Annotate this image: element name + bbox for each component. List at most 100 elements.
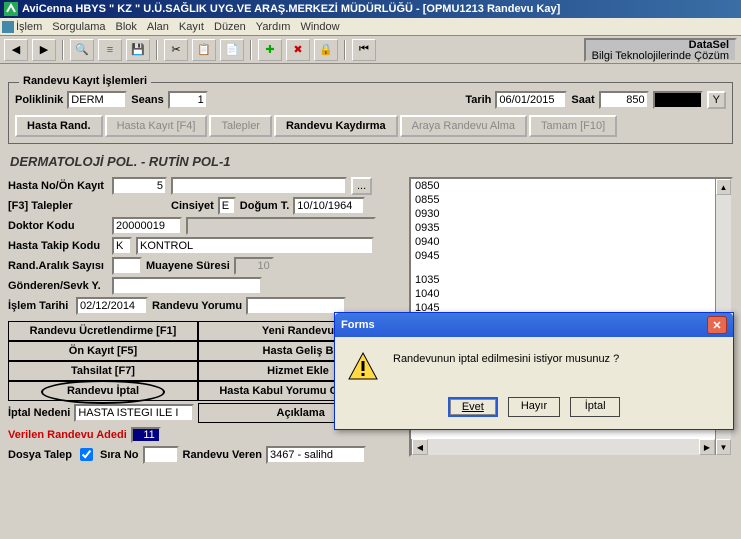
tarih-label: Tarih — [465, 94, 491, 106]
menu-icon — [2, 21, 14, 33]
dialog-title: Forms — [341, 319, 375, 331]
hastano-input1[interactable] — [112, 177, 167, 195]
scroll-down-icon[interactable]: ▼ — [716, 439, 731, 455]
time-item[interactable]: 0850 — [411, 179, 731, 193]
time-item[interactable]: 0930 — [411, 207, 731, 221]
hscroll-track[interactable] — [428, 439, 699, 455]
poliklinik-label: Poliklinik — [15, 94, 63, 106]
time-item[interactable]: 0935 — [411, 221, 731, 235]
tb-copy[interactable]: 📋 — [192, 39, 216, 61]
doktor-input[interactable] — [112, 217, 182, 235]
toolbar: ◀ ▶ 🔍 ≡ 💾 ✂ 📋 📄 ✚ ✖ 🔒 ⏮ DataSel Bilgi Te… — [0, 36, 741, 64]
verilen-value: 11 — [131, 427, 161, 443]
menu-sorgulama[interactable]: Sorgulama — [52, 21, 105, 33]
btn-randevu-iptal[interactable]: Randevu İptal — [8, 381, 198, 401]
ryorum-input[interactable] — [246, 297, 346, 315]
tb-lock[interactable]: 🔒 — [314, 39, 338, 61]
tb-search[interactable]: 🔍 — [70, 39, 94, 61]
tb-back[interactable]: ◀ — [4, 39, 28, 61]
tab-talepler[interactable]: Talepler — [209, 115, 272, 137]
hastano-input2[interactable] — [171, 177, 347, 195]
seans-input[interactable] — [168, 91, 208, 109]
datasel-line2: Bilgi Teknolojilerinde Çözüm — [592, 51, 729, 62]
muayene-label: Muayene Süresi — [146, 260, 230, 272]
tb-forward[interactable]: ▶ — [32, 39, 56, 61]
dosya-talep-checkbox[interactable] — [80, 448, 93, 461]
time-item[interactable]: 0945 — [411, 249, 731, 263]
sira-no-input[interactable] — [143, 446, 179, 464]
tab-tamam[interactable]: Tamam [F10] — [529, 115, 617, 137]
aralik-label: Rand.Aralık Sayısı — [8, 260, 108, 272]
islem-input[interactable] — [76, 297, 148, 315]
aralik-input[interactable] — [112, 257, 142, 275]
dogum-label: Doğum T. — [240, 200, 290, 212]
menu-kayit[interactable]: Kayıt — [179, 21, 204, 33]
seans-label: Seans — [131, 94, 163, 106]
tb-new[interactable]: ✚ — [258, 39, 282, 61]
dialog-titlebar[interactable]: Forms ✕ — [335, 313, 733, 337]
tabs: Hasta Rand. Hasta Kayıt [F4] Talepler Ra… — [15, 115, 726, 137]
btn-on-kayit[interactable]: Ön Kayıt [F5] — [8, 341, 198, 361]
poliklinik-input[interactable] — [67, 91, 127, 109]
scroll-right-icon[interactable]: ▶ — [699, 439, 715, 455]
tab-araya-randevu[interactable]: Araya Randevu Alma — [400, 115, 527, 137]
takip-input2[interactable] — [136, 237, 374, 255]
doktor-name — [186, 217, 376, 235]
dialog-text: Randevunun iptal edilmesini istiyor musu… — [393, 351, 721, 383]
doktor-label: Doktor Kodu — [8, 220, 108, 232]
tb-delete[interactable]: ✖ — [286, 39, 310, 61]
time-item[interactable]: 1040 — [411, 287, 731, 301]
dark-field — [653, 91, 703, 109]
menu-blok[interactable]: Blok — [115, 21, 136, 33]
takip-label: Hasta Takip Kodu — [8, 240, 108, 252]
dialog-yes-button[interactable]: Evet — [448, 397, 498, 417]
dosya-talep-label: Dosya Talep — [8, 449, 72, 461]
dogum-input[interactable] — [293, 197, 365, 215]
takip-input1[interactable] — [112, 237, 132, 255]
tab-hasta-kayit[interactable]: Hasta Kayıt [F4] — [105, 115, 208, 137]
time-item[interactable]: 0940 — [411, 235, 731, 249]
ellipsis-button[interactable]: ... — [351, 177, 372, 195]
sevk-input[interactable] — [112, 277, 262, 295]
menu-duzen[interactable]: Düzen — [214, 21, 246, 33]
tab-hasta-rand[interactable]: Hasta Rand. — [15, 115, 103, 137]
tb-first[interactable]: ⏮ — [352, 39, 376, 61]
menu-alan[interactable]: Alan — [147, 21, 169, 33]
hscrollbar[interactable]: ◀ ▶ — [411, 439, 715, 455]
dialog-cancel-button[interactable]: İptal — [570, 397, 620, 417]
app-icon — [4, 2, 18, 16]
sira-no-label: Sıra No — [100, 449, 139, 461]
window-title: AviCenna HBYS " KZ " U.Ü.SAĞLIK UYG.VE A… — [22, 3, 560, 15]
verilen-label: Verilen Randevu Adedi — [8, 429, 127, 441]
warning-icon — [347, 351, 379, 383]
group-legend: Randevu Kayıt İşlemleri — [19, 75, 151, 87]
tb-paste[interactable]: 📄 — [220, 39, 244, 61]
randevu-kayit-group: Randevu Kayıt İşlemleri Poliklinik Seans… — [8, 82, 733, 144]
btn-tahsilat[interactable]: Tahsilat [F7] — [8, 361, 198, 381]
muayene-input — [234, 257, 274, 275]
time-item[interactable]: 1035 — [411, 273, 731, 287]
menu-islem[interactable]: İşlem — [16, 21, 42, 33]
tb-cut[interactable]: ✂ — [164, 39, 188, 61]
menu-yardim[interactable]: Yardım — [256, 21, 291, 33]
sevk-label: Gönderen/Sevk Y. — [8, 280, 108, 292]
btn-ucretlendirme[interactable]: Randevu Ücretlendirme [F1] — [8, 321, 198, 341]
time-item[interactable]: 0855 — [411, 193, 731, 207]
scroll-up-icon[interactable]: ▲ — [716, 179, 731, 195]
tb-list[interactable]: ≡ — [98, 39, 122, 61]
rveren-input[interactable] — [266, 446, 366, 464]
iptal-nedeni-input[interactable] — [74, 404, 194, 422]
y-button[interactable]: Y — [707, 91, 726, 109]
close-icon[interactable]: ✕ — [707, 316, 727, 334]
tab-randevu-kaydirma[interactable]: Randevu Kaydırma — [274, 115, 398, 137]
saat-input[interactable] — [599, 91, 649, 109]
scroll-left-icon[interactable]: ◀ — [412, 439, 428, 455]
datasel-line1: DataSel — [592, 40, 729, 51]
menu-window[interactable]: Window — [300, 21, 339, 33]
tb-save[interactable]: 💾 — [126, 39, 150, 61]
tarih-input[interactable] — [495, 91, 567, 109]
ryorum-label: Randevu Yorumu — [152, 300, 242, 312]
dialog-no-button[interactable]: Hayır — [508, 397, 560, 417]
cinsiyet-input[interactable] — [218, 197, 236, 215]
cinsiyet-label: Cinsiyet — [171, 200, 214, 212]
